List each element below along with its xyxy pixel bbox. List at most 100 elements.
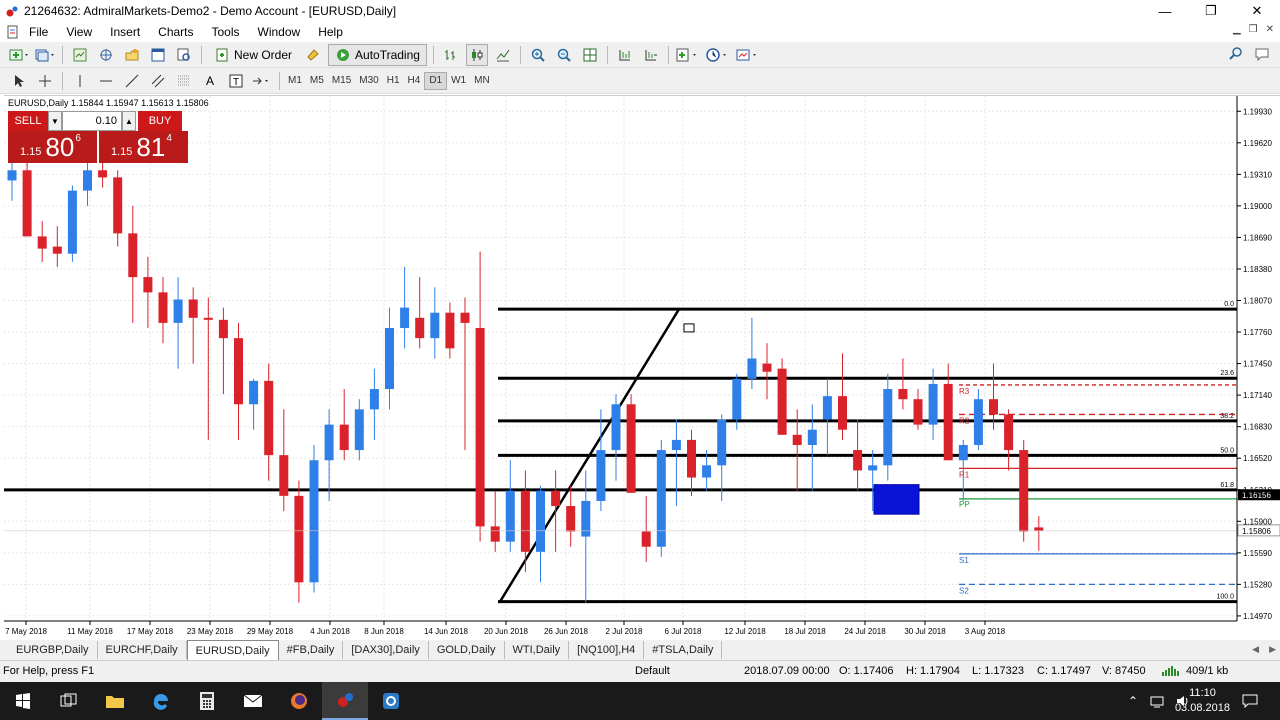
tab-nq100-h4[interactable]: [NQ100],H4 (569, 641, 645, 659)
arrows-icon[interactable] (251, 70, 273, 92)
fibonacci-icon[interactable] (173, 70, 195, 92)
text-icon[interactable]: A (199, 70, 221, 92)
svg-text:T: T (233, 77, 239, 88)
new-chart-icon[interactable] (8, 44, 30, 66)
network-icon[interactable] (1150, 694, 1166, 711)
file-explorer-button[interactable] (92, 682, 138, 720)
metatrader-taskbar-button[interactable] (322, 682, 368, 720)
new-order-button[interactable]: New Order (208, 44, 298, 66)
firefox-button[interactable] (276, 682, 322, 720)
horizontal-line-icon[interactable] (95, 70, 117, 92)
menu-tools[interactable]: Tools (203, 25, 249, 39)
tab-tsla-daily[interactable]: #TSLA,Daily (644, 641, 723, 659)
terminal-icon[interactable] (147, 44, 169, 66)
connection-status[interactable]: 409/1 kb (1162, 665, 1228, 681)
fibonacci-level-label: 23.6 (1220, 370, 1234, 377)
candle-body (792, 434, 802, 445)
timeframe-m15[interactable]: M15 (328, 72, 355, 90)
data-window-icon[interactable] (95, 44, 117, 66)
menu-view[interactable]: View (57, 25, 101, 39)
tab-eurusd-daily[interactable]: EURUSD,Daily (186, 640, 279, 660)
sell-price-pips: 80 (45, 132, 75, 162)
navigator-icon[interactable] (121, 44, 143, 66)
notifications-icon[interactable] (1242, 694, 1258, 711)
search-icon[interactable] (1228, 46, 1244, 65)
close-button[interactable]: ✕ (1234, 0, 1280, 22)
tray-chevron-icon[interactable]: ⌃ (1128, 694, 1138, 708)
vertical-line-icon[interactable] (69, 70, 91, 92)
timeframe-h4[interactable]: H4 (404, 72, 425, 90)
buy-price[interactable]: 1.15 81 4 (99, 131, 188, 163)
timeframe-m1[interactable]: M1 (284, 72, 306, 90)
zoom-in-icon[interactable] (527, 44, 549, 66)
bar-chart-icon[interactable] (440, 44, 462, 66)
zoom-out-icon[interactable] (553, 44, 575, 66)
lot-decrease-button[interactable]: ▼ (48, 111, 62, 131)
minimize-button[interactable]: — (1142, 0, 1188, 22)
menu-help[interactable]: Help (309, 25, 352, 39)
timeframe-m30[interactable]: M30 (355, 72, 382, 90)
tab-dax30-daily[interactable]: [DAX30],Daily (343, 641, 429, 659)
candle-body (264, 380, 274, 456)
timeframe-d1[interactable]: D1 (424, 71, 448, 90)
profiles-icon[interactable] (34, 44, 56, 66)
calculator-button[interactable] (184, 682, 230, 720)
app-button[interactable] (368, 682, 414, 720)
crosshair-icon[interactable] (34, 70, 56, 92)
chart-shift-icon[interactable] (614, 44, 636, 66)
system-clock[interactable]: 11:10 03.08.2018 (1175, 686, 1230, 716)
periodicity-icon[interactable] (705, 44, 731, 66)
tab-wti-daily[interactable]: WTI,Daily (505, 641, 570, 659)
auto-scroll-icon[interactable] (640, 44, 662, 66)
line-chart-icon[interactable] (492, 44, 514, 66)
chat-icon[interactable] (1254, 46, 1270, 65)
candle-body (128, 233, 138, 278)
timeframe-mn[interactable]: MN (470, 72, 494, 90)
tile-windows-icon[interactable] (579, 44, 601, 66)
sell-price[interactable]: 1.15 80 6 (8, 131, 97, 163)
fibonacci-level-label: 0.0 (1224, 301, 1234, 308)
timeframe-w1[interactable]: W1 (447, 72, 470, 90)
edge-button[interactable] (138, 682, 184, 720)
price-chart[interactable]: 0.0 23.6 38.2 50.0 61.8 100.0 R3 R2 R1 PP S1 S2 1.… (4, 95, 1280, 640)
status-help: For Help, press F1 (3, 665, 95, 677)
candlestick-chart[interactable]: 0.023.638.250.061.8100.0 R3R2R1PPS1S2 1.… (4, 96, 1280, 641)
mdi-restore-button[interactable]: ❐ (1249, 24, 1258, 35)
menu-window[interactable]: Window (249, 25, 310, 39)
chart-tabs: EURGBP,Daily EURCHF,Daily EURUSD,Daily #… (0, 640, 1280, 660)
menu-file[interactable]: File (20, 25, 57, 39)
lot-increase-button[interactable]: ▲ (122, 111, 136, 131)
tab-scroll-left-icon[interactable]: ◀ (1252, 644, 1259, 655)
mdi-minimize-button[interactable]: ▁ (1233, 24, 1241, 35)
tab-gold-daily[interactable]: GOLD,Daily (429, 641, 505, 659)
templates-icon[interactable] (735, 44, 761, 66)
metaeditor-icon[interactable] (302, 44, 324, 66)
menu-insert[interactable]: Insert (101, 25, 149, 39)
task-view-button[interactable] (46, 682, 92, 720)
autotrading-button[interactable]: AutoTrading (328, 43, 427, 66)
timeframe-h1[interactable]: H1 (383, 72, 404, 90)
buy-button[interactable]: BUY (138, 111, 182, 131)
channel-icon[interactable] (147, 70, 169, 92)
cursor-icon[interactable] (8, 70, 30, 92)
timeframe-m5[interactable]: M5 (306, 72, 328, 90)
mail-button[interactable] (230, 682, 276, 720)
text-label-icon[interactable]: T (225, 70, 247, 92)
mdi-close-button[interactable]: ✕ (1266, 24, 1274, 35)
document-icon[interactable] (6, 25, 20, 39)
candle-body (687, 439, 696, 478)
maximize-button[interactable]: ❐ (1188, 0, 1234, 22)
tab-eurgbp-daily[interactable]: EURGBP,Daily (8, 641, 98, 659)
lot-size-input[interactable]: 0.10 (62, 111, 122, 131)
tab-eurchf-daily[interactable]: EURCHF,Daily (98, 641, 187, 659)
candlestick-icon[interactable] (465, 43, 488, 66)
menu-charts[interactable]: Charts (149, 25, 202, 39)
strategy-tester-icon[interactable] (173, 44, 195, 66)
sell-button[interactable]: SELL (8, 111, 48, 131)
tab-scroll-right-icon[interactable]: ▶ (1269, 644, 1276, 655)
indicators-icon[interactable] (675, 44, 701, 66)
trendline-icon[interactable] (121, 70, 143, 92)
tab-fb-daily[interactable]: #FB,Daily (279, 641, 344, 659)
market-watch-icon[interactable] (69, 44, 91, 66)
start-button[interactable] (0, 682, 46, 720)
